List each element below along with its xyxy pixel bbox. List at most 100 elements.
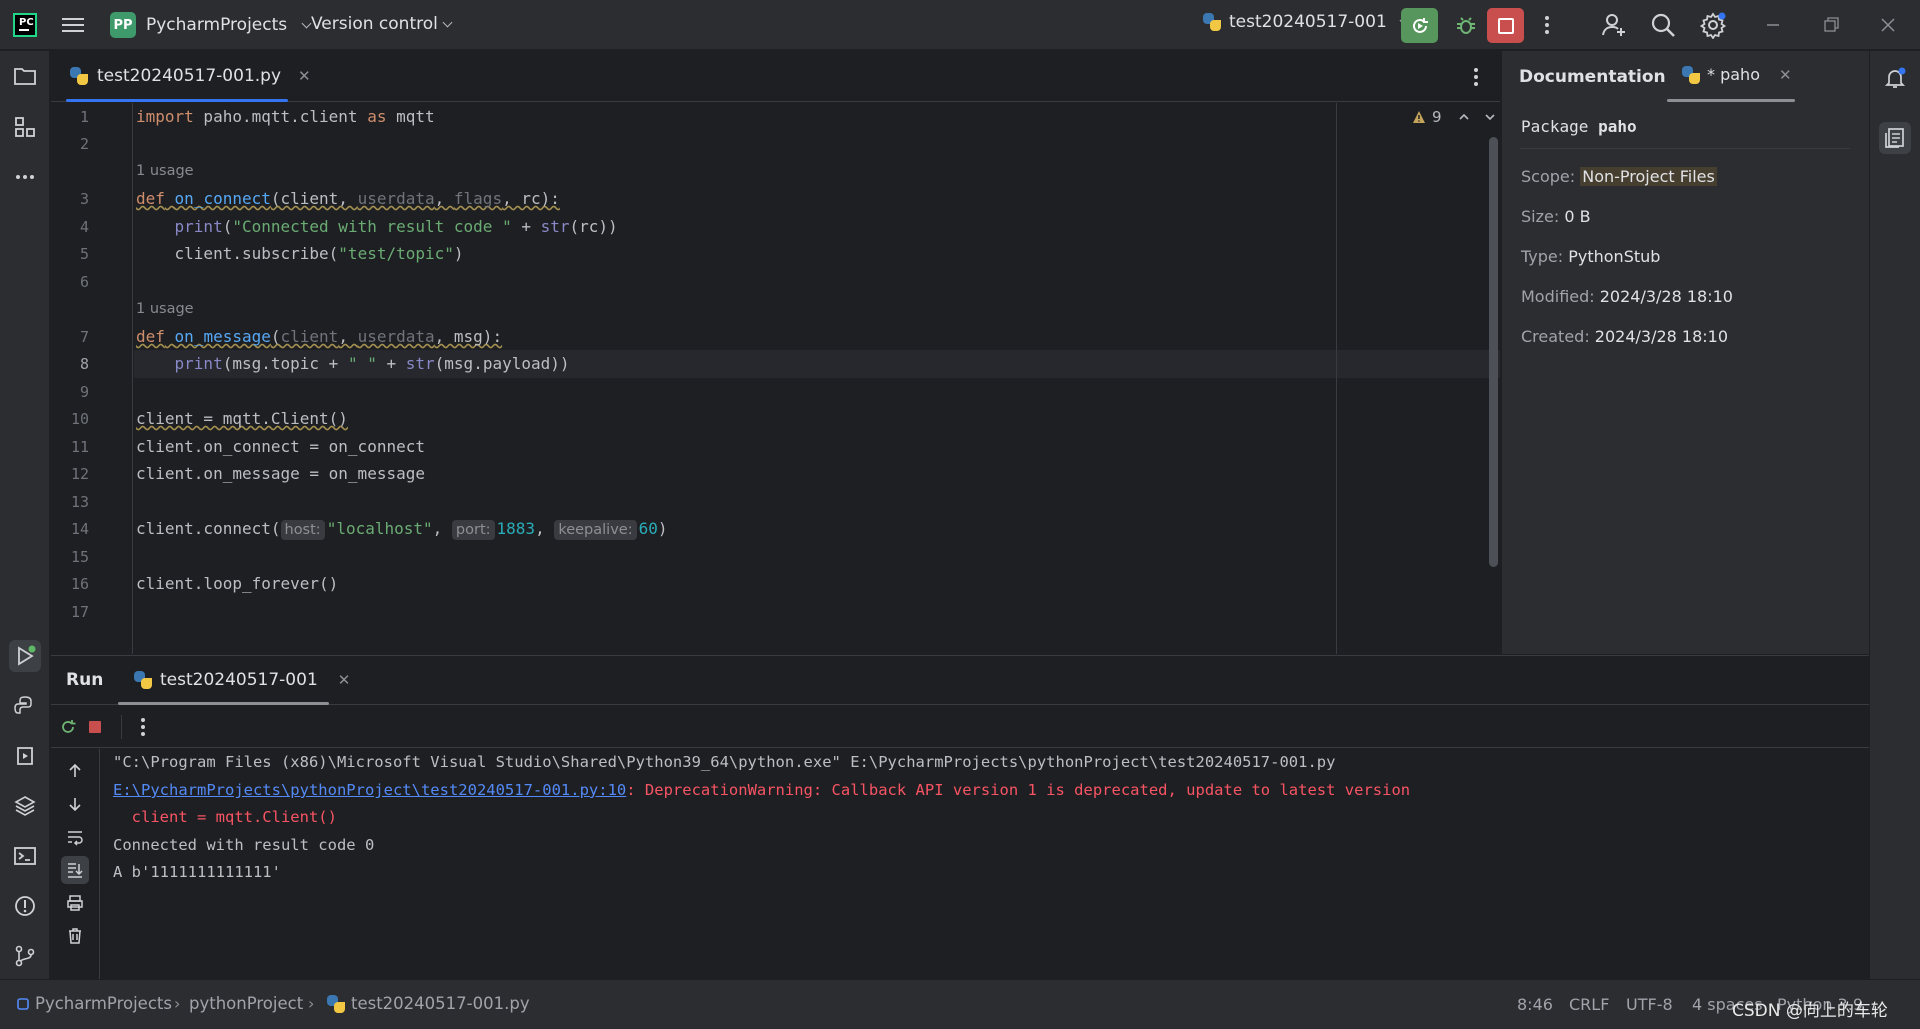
add-user-icon[interactable] [1600,11,1628,39]
usage-hint[interactable]: 1 usage [136,163,194,179]
version-control-menu[interactable]: Version control [311,14,453,34]
run-panel-title: Run [66,670,104,690]
inspection-widget[interactable]: 9 [1412,108,1496,126]
code-line-8: print(msg.topic + " " + str(msg.payload)… [174,354,570,373]
documentation-panel: Documentation * paho ✕ Package paho Scop… [1501,51,1869,654]
main-menu-icon[interactable] [62,14,84,34]
debug-button[interactable] [1448,8,1483,43]
console-file-link[interactable]: E:\PycharmProjects\pythonProject\test202… [113,781,626,799]
documentation-tab-paho[interactable]: * paho ✕ [1682,65,1792,84]
structure-icon[interactable] [9,111,41,143]
active-tab-indicator [1667,99,1795,102]
doc-type: Type: PythonStub [1521,247,1661,266]
chevron-down-icon [442,17,453,27]
code-line-10: client = mqtt.Client() [136,409,348,428]
run-tab-config[interactable]: test20240517-001 ✕ [134,670,350,690]
close-tab-icon[interactable]: ✕ [338,671,351,689]
toolbar-divider [121,715,122,739]
stop-button[interactable] [1487,8,1524,43]
more-actions-icon[interactable] [1537,12,1557,38]
breadcrumb-separator: › [174,994,181,1013]
breadcrumb-separator: › [308,994,315,1013]
editor-tab-label: test20240517-001.py [97,66,282,86]
breadcrumb-file[interactable]: test20240517-001.py [327,994,530,1013]
editor-tab-options-icon[interactable] [1474,68,1478,86]
print-icon[interactable] [61,889,89,917]
package-heading: Package paho [1521,117,1637,136]
line-number: 10 [70,410,89,428]
breadcrumb-project[interactable]: PycharmProjects [17,994,172,1013]
python-package-icon [1682,65,1700,84]
chevron-up-icon[interactable] [1458,111,1470,123]
rerun-button[interactable] [1401,8,1438,43]
run-tool-window-icon[interactable] [9,640,41,672]
rerun-icon[interactable] [54,713,82,741]
layers-icon[interactable] [9,790,41,822]
settings-gear-icon[interactable] [1699,11,1727,40]
line-number-gutter: 1 2 3 4 5 6 7 8 9 10 11 12 13 14 15 16 1… [51,103,133,654]
pycharm-logo-icon[interactable]: PC [13,13,37,37]
line-separator[interactable]: CRLF [1569,995,1609,1014]
notifications-bell-icon[interactable] [1879,62,1911,94]
python-packages-icon[interactable] [9,690,41,722]
divider [1520,148,1850,149]
documentation-panel-icon[interactable] [1879,122,1911,154]
line-number: 3 [79,190,89,208]
file-encoding[interactable]: UTF-8 [1626,995,1673,1014]
code-editor[interactable]: import paho.mqtt.client as mqtt 1 usage … [134,103,1500,654]
terminal-icon[interactable] [9,840,41,872]
line-number: 5 [79,245,89,263]
stop-icon[interactable] [81,713,109,741]
line-number: 6 [79,273,89,291]
scroll-to-end-icon[interactable] [61,856,89,884]
stop-icon [1497,17,1514,34]
minimize-window-icon[interactable] [1762,14,1784,36]
console-command-line: "C:\Program Files (x86)\Microsoft Visual… [113,753,1336,771]
editor-tab-file[interactable]: test20240517-001.py ✕ [66,51,323,101]
project-folder-icon[interactable] [9,60,41,92]
code-line-3: def on_connect(client, userdata, flags, … [136,189,560,208]
caret-position[interactable]: 8:46 [1517,995,1553,1014]
right-margin-guide [1336,103,1337,654]
rerun-icon [1412,17,1428,33]
run-config-selector[interactable]: test20240517-001 [1203,12,1410,32]
python-file-icon [327,994,345,1013]
line-number: 15 [70,548,89,566]
run-config-name: test20240517-001 [1229,12,1387,32]
close-tab-icon[interactable]: ✕ [1779,66,1792,84]
close-tab-icon[interactable]: ✕ [298,67,311,85]
breadcrumb-folder[interactable]: pythonProject [189,994,303,1013]
code-line-4: print("Connected with result code " + st… [174,217,618,236]
soft-wrap-icon[interactable] [61,823,89,851]
python-icon [134,671,152,689]
problems-icon[interactable] [9,890,41,922]
code-line-7: def on_message(client, userdata, msg): [136,327,503,346]
git-branch-icon[interactable] [9,940,41,972]
param-hint-host: host: [280,520,325,540]
scroll-down-icon[interactable] [61,790,89,818]
scroll-up-icon[interactable] [61,757,89,785]
status-bar: PycharmProjects › pythonProject › test20… [0,979,1920,1029]
console-warning-line: E:\PycharmProjects\pythonProject\test202… [113,781,1411,799]
line-number: 1 [79,108,89,126]
line-number-current: 8 [79,355,89,373]
close-window-icon[interactable] [1877,14,1899,36]
param-hint-port: port: [451,520,495,540]
trash-icon[interactable] [61,922,89,950]
project-selector[interactable]: PP PycharmProjects [110,12,312,38]
more-tool-windows-icon[interactable] [9,161,41,193]
run-options-icon[interactable] [141,718,145,736]
services-icon[interactable] [9,740,41,772]
code-line-11: client.on_connect = on_connect [136,437,425,456]
search-icon[interactable] [1649,11,1677,39]
usage-hint[interactable]: 1 usage [136,301,194,317]
doc-modified: Modified: 2024/3/28 18:10 [1521,287,1733,306]
run-console[interactable]: "C:\Program Files (x86)\Microsoft Visual… [101,749,1869,979]
warning-triangle-icon [1413,111,1425,123]
documentation-title: Documentation [1519,67,1666,87]
restore-window-icon[interactable] [1820,14,1842,36]
editor-scrollbar[interactable] [1489,137,1498,567]
line-number: 17 [70,603,89,621]
code-line-12: client.on_message = on_message [136,464,425,483]
chevron-down-icon[interactable] [1484,111,1496,123]
